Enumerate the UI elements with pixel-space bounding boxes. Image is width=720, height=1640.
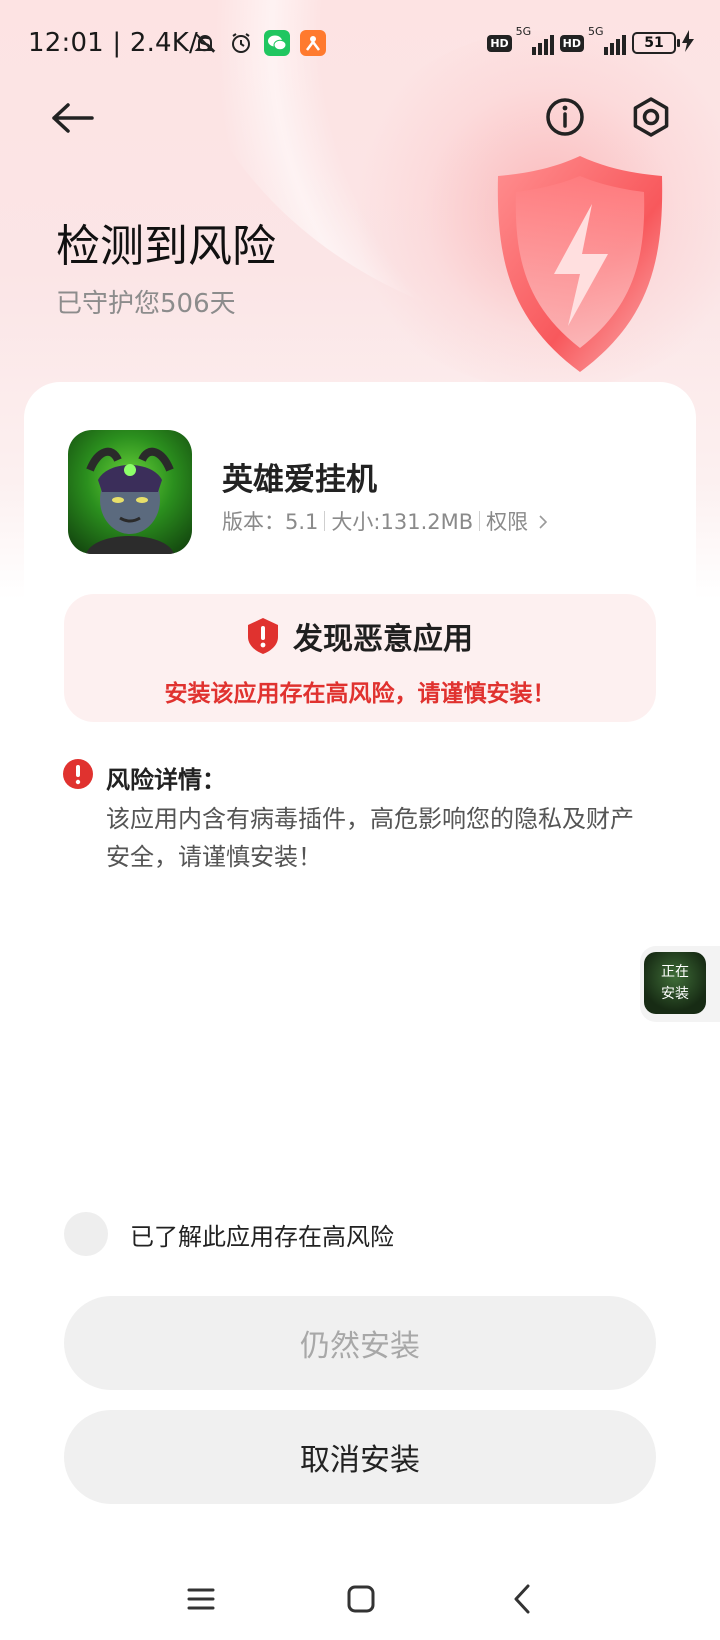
clock-text: 12:01 <box>28 28 104 58</box>
recent-apps-button[interactable] <box>184 1582 218 1616</box>
chevron-right-icon <box>539 515 547 529</box>
system-navigation-bar <box>0 1560 720 1640</box>
app-notification-icon <box>300 30 326 56</box>
app-name: 英雄爱挂机 <box>222 462 377 498</box>
risk-description: 该应用内含有病毒插件，高危影响您的隐私及财产安全，请谨慎安装！ <box>106 805 634 871</box>
settings-button[interactable] <box>626 92 676 142</box>
acknowledge-label: 已了解此应用存在高风险 <box>130 1222 394 1251</box>
acknowledge-checkbox[interactable] <box>64 1212 108 1256</box>
battery-icon: 51 <box>632 32 680 54</box>
info-icon <box>546 98 584 136</box>
charging-icon <box>682 30 694 56</box>
warning-shield-icon <box>248 618 278 654</box>
permissions-label: 权限 <box>486 510 529 534</box>
page-title: 检测到风险 <box>56 221 276 272</box>
info-button[interactable] <box>540 92 590 142</box>
chevron-left-icon <box>514 1584 530 1614</box>
status-time: 12:01 | 2.4K/s <box>28 28 212 58</box>
back-button[interactable] <box>44 90 100 146</box>
warning-message: 安装该应用存在高风险，请谨慎安装！ <box>164 681 556 707</box>
app-icon <box>68 430 192 554</box>
signal-icon-2: 5G <box>588 25 626 55</box>
warning-title: 发现恶意应用 <box>293 622 473 657</box>
home-square-icon <box>347 1585 375 1613</box>
floating-installing-widget[interactable]: 正在 安装 <box>640 946 720 1022</box>
malware-warning-box: 发现恶意应用 安装该应用存在高风险，请谨慎安装！ <box>64 594 656 722</box>
protection-days: 已守护您506天 <box>56 289 236 319</box>
installing-label-2: 安装 <box>661 986 689 1002</box>
app-version: 版本：5.1 <box>222 510 319 534</box>
alarm-icon <box>228 30 254 56</box>
install-anyway-button[interactable]: 仍然安装 <box>64 1296 656 1390</box>
cancel-install-button[interactable]: 取消安装 <box>64 1410 656 1504</box>
acknowledge-row[interactable]: 已了解此应用存在高风险 <box>64 1212 394 1256</box>
installing-label-1: 正在 <box>661 964 689 980</box>
hd-badge: HD <box>487 34 512 52</box>
shield-lightning-icon <box>480 150 680 380</box>
status-bar: 12:01 | 2.4K/s HD 5G HD 5G 51 <box>0 24 720 68</box>
muted-bell-icon <box>192 30 218 56</box>
risk-title: 风险详情： <box>106 766 226 794</box>
system-back-button[interactable] <box>506 1582 540 1616</box>
menu-icon <box>187 1588 215 1610</box>
app-size: 大小:131.2MB <box>331 510 474 534</box>
signal-icon: 5G <box>516 25 554 55</box>
home-button[interactable] <box>344 1582 378 1616</box>
hd-badge-2: HD <box>559 34 584 52</box>
installing-app-thumbnail: 正在 安装 <box>644 952 706 1014</box>
risk-alert-icon <box>62 758 94 790</box>
app-meta: 版本：5.1 大小:131.2MB 权限 <box>222 506 547 536</box>
permissions-link[interactable]: 权限 <box>486 506 547 536</box>
gear-icon <box>633 97 669 137</box>
battery-level: 51 <box>644 35 664 51</box>
back-arrow-icon <box>52 103 94 133</box>
wechat-icon <box>264 30 290 56</box>
